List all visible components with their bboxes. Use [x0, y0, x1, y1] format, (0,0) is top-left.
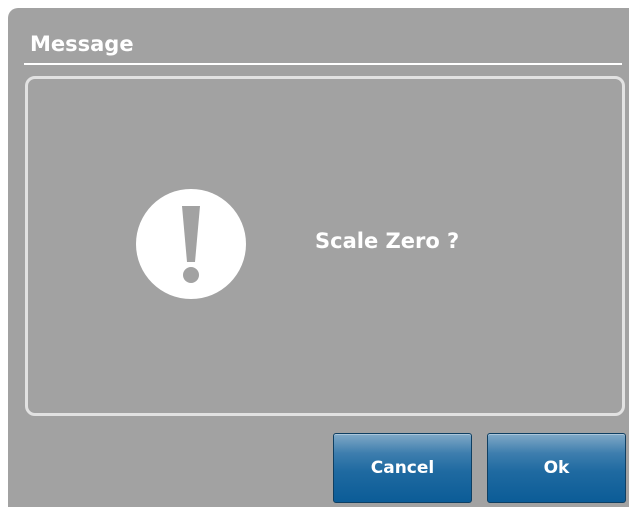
message-dialog: Message Scale Zero ? Cancel Ok: [8, 8, 629, 507]
exclamation-icon: [136, 189, 246, 299]
ok-button-label: Ok: [543, 458, 570, 478]
title-divider: [24, 63, 622, 65]
cancel-button[interactable]: Cancel: [333, 433, 472, 503]
ok-button[interactable]: Ok: [487, 433, 626, 503]
message-text: Scale Zero ?: [315, 229, 460, 253]
cancel-button-label: Cancel: [370, 458, 435, 478]
dialog-title: Message: [30, 32, 134, 56]
